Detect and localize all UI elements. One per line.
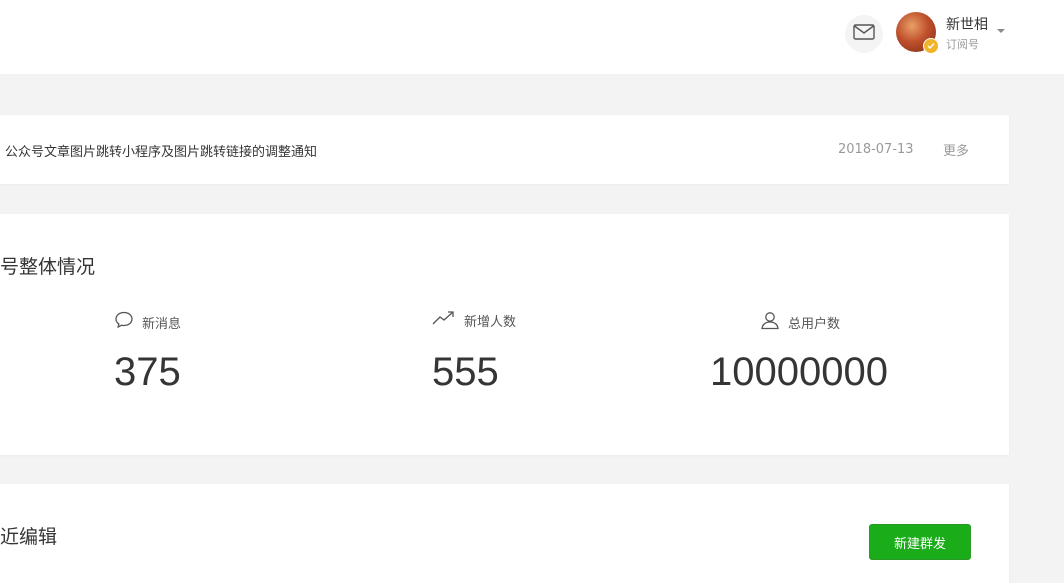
- stat-value: 375: [114, 350, 181, 394]
- notice-title-link[interactable]: 公众号文章图片跳转小程序及图片跳转链接的调整通知: [5, 141, 317, 160]
- recent-edits-card: 近编辑 新建群发: [0, 484, 1009, 583]
- notice-more-link[interactable]: 更多: [943, 140, 969, 159]
- overview-title: 号整体情况: [0, 256, 96, 278]
- notice-card: 公众号文章图片跳转小程序及图片跳转链接的调整通知 2018-07-13 更多: [0, 115, 1009, 184]
- avatar[interactable]: [896, 12, 939, 54]
- stat-label: 总用户数: [788, 316, 841, 332]
- trend-up-icon: [432, 310, 456, 330]
- stat-label: 新增人数: [464, 314, 517, 330]
- recent-title: 近编辑: [0, 526, 58, 548]
- account-name[interactable]: 新世相: [946, 14, 988, 34]
- stat-label-row: 总用户数: [760, 310, 840, 334]
- stat-label-row: 新消息: [114, 310, 181, 334]
- stat-label-row: 新增人数: [432, 310, 516, 330]
- account-type: 订阅号: [946, 38, 979, 51]
- stat-value: 10000000: [710, 350, 888, 394]
- mail-icon: [853, 24, 875, 44]
- stat-value: 555: [432, 350, 499, 394]
- top-bar: 新世相 订阅号: [0, 0, 1064, 74]
- verified-badge-icon: [923, 38, 939, 54]
- chevron-down-icon[interactable]: [997, 29, 1005, 33]
- user-icon: [760, 310, 780, 334]
- message-bubble-icon: [114, 310, 134, 334]
- stat-label: 新消息: [142, 316, 182, 332]
- overview-card: 号整体情况 新消息 375 新增人数 555 总用户数 10000000: [0, 214, 1009, 455]
- new-broadcast-button[interactable]: 新建群发: [869, 524, 971, 560]
- mail-button[interactable]: [845, 15, 883, 53]
- notice-date: 2018-07-13: [838, 142, 914, 157]
